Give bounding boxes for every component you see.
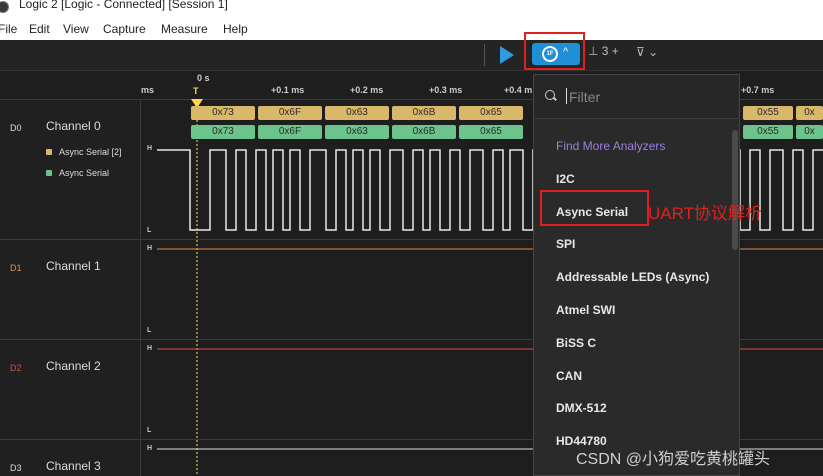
- measurement-button[interactable]: ⊥ 3 +: [588, 44, 619, 58]
- decoded-byte[interactable]: 0x55: [743, 106, 793, 120]
- menu-edit[interactable]: Edit: [29, 22, 50, 36]
- decoded-byte[interactable]: 0x6B: [392, 106, 456, 120]
- ruler-tick: +0.1 ms: [271, 85, 305, 95]
- channel-name-3[interactable]: Channel 3: [46, 459, 101, 473]
- filter-placeholder: Filter: [569, 89, 601, 105]
- watermark: CSDN @小狗爱吃黄桃罐头: [576, 451, 771, 468]
- measure-label: 3 +: [601, 44, 619, 58]
- decoded-byte[interactable]: 0x55: [743, 125, 793, 139]
- decoded-byte[interactable]: 0x63: [325, 125, 389, 139]
- analyzer-label-async-serial[interactable]: Async Serial: [59, 168, 109, 178]
- analyzer-color-swatch: [46, 149, 52, 155]
- ruler-tick: +0.2 ms: [350, 85, 384, 95]
- decoded-byte[interactable]: 0x63: [325, 106, 389, 120]
- pin-icon: ⊽: [636, 45, 645, 59]
- menu-bar: File Edit View Capture Measure Help: [0, 16, 823, 40]
- trigger-label: T: [193, 86, 199, 96]
- marker-button[interactable]: ⊽ ⌄: [636, 45, 658, 59]
- menu-help[interactable]: Help: [223, 22, 248, 36]
- channel-id-d1: D1: [10, 263, 22, 273]
- menu-measure[interactable]: Measure: [161, 22, 208, 36]
- annotation-text: UART协议解析: [648, 204, 762, 223]
- text-caret: [566, 88, 567, 104]
- dropdown-item-spi[interactable]: SPI: [556, 237, 575, 251]
- decoded-byte[interactable]: 0x: [796, 125, 823, 139]
- ruler-zero-label: 0 s: [197, 73, 210, 83]
- window-title: Logic 2 [Logic - Connected] [Session 1]: [19, 0, 228, 11]
- dropdown-item-addressable-leds[interactable]: Addressable LEDs (Async): [556, 270, 709, 284]
- channel-id-d0: D0: [10, 123, 22, 133]
- highlight-box-analyzers: [524, 32, 585, 70]
- dropdown-item-atmel-swi[interactable]: Atmel SWI: [556, 303, 615, 317]
- channel-name-2[interactable]: Channel 2: [46, 359, 101, 373]
- menu-file[interactable]: File: [0, 22, 17, 36]
- toolbar: [0, 40, 823, 71]
- decoded-byte[interactable]: 0x: [796, 106, 823, 120]
- find-more-analyzers-link[interactable]: Find More Analyzers: [556, 139, 665, 153]
- channel-id-d2: D2: [10, 363, 22, 373]
- decoded-byte[interactable]: 0x6F: [258, 125, 322, 139]
- menu-capture[interactable]: Capture: [103, 22, 146, 36]
- channel-name-1[interactable]: Channel 1: [46, 259, 101, 273]
- decoded-byte[interactable]: 0x65: [459, 125, 523, 139]
- decoded-byte[interactable]: 0x6F: [258, 106, 322, 120]
- ruler-tick: +0.7 ms: [741, 85, 775, 95]
- channel-name-0[interactable]: Channel 0: [46, 119, 101, 133]
- dropdown-item-can[interactable]: CAN: [556, 369, 582, 383]
- chevron-down-icon: ⌄: [648, 45, 659, 59]
- filter-input[interactable]: Filter: [535, 76, 738, 119]
- search-icon-handle: [553, 96, 557, 101]
- dropdown-scrollbar[interactable]: [732, 130, 738, 250]
- decoded-byte[interactable]: 0x6B: [392, 125, 456, 139]
- analyzer-label-async-serial-2[interactable]: Async Serial [2]: [59, 147, 122, 157]
- ruler-tick: +0.4 m: [504, 85, 533, 95]
- dropdown-item-biss-c[interactable]: BiSS C: [556, 336, 596, 350]
- ruler-unit: ms: [141, 85, 155, 95]
- analyzer-color-swatch: [46, 170, 52, 176]
- decoded-byte[interactable]: 0x73: [191, 106, 255, 120]
- decoded-byte[interactable]: 0x73: [191, 125, 255, 139]
- toolbar-divider: [484, 44, 485, 66]
- decoded-byte[interactable]: 0x65: [459, 106, 523, 120]
- measure-icon: ⊥: [588, 44, 599, 58]
- channel-id-d3: D3: [10, 463, 22, 473]
- title-bar: Logic 2 [Logic - Connected] [Session 1]: [0, 0, 823, 16]
- dropdown-item-i2c[interactable]: I2C: [556, 172, 575, 186]
- highlight-box-async-serial: [540, 190, 649, 226]
- ruler-tick: +0.3 ms: [429, 85, 463, 95]
- app-logo-icon: [0, 1, 9, 13]
- menu-view[interactable]: View: [63, 22, 89, 36]
- dropdown-item-dmx-512[interactable]: DMX-512: [556, 401, 607, 415]
- play-icon[interactable]: [500, 46, 514, 64]
